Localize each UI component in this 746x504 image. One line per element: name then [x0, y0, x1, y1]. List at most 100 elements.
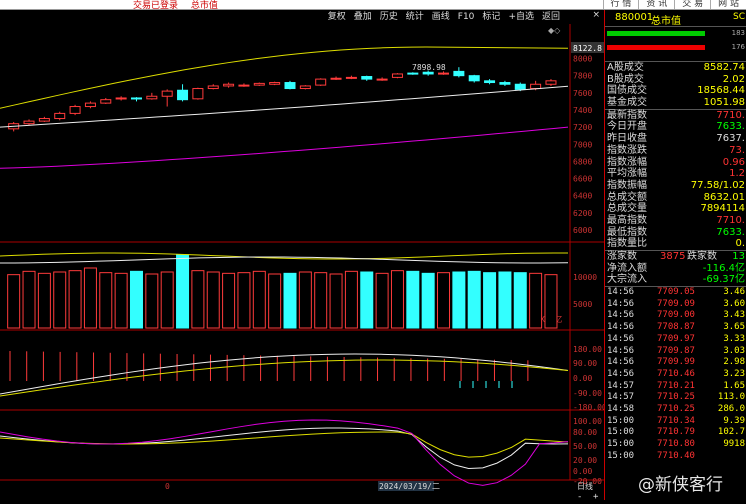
volume-axis-label: 10000: [573, 273, 597, 282]
back-button[interactable]: 返回: [538, 11, 564, 23]
stat-row-5: 平均涨幅1.2: [605, 168, 746, 180]
stat-row-9-value: 7710.: [716, 215, 745, 227]
tick-t: 14:56: [607, 346, 634, 358]
draw-line-button[interactable]: 画线: [428, 11, 454, 23]
candle-body: [423, 72, 433, 74]
decline-count: 13: [732, 251, 745, 263]
stat-row-10-label: 最低指数: [607, 227, 647, 239]
up-bar: [607, 45, 705, 50]
tick-p: 7709.87: [657, 346, 695, 358]
kline-chart-svg[interactable]: 8122.88000780076007400720070006800660064…: [0, 24, 604, 500]
candle-body: [147, 96, 157, 99]
tick-q: 3.65: [723, 322, 745, 334]
price-axis-label: 7800: [573, 72, 592, 81]
volume-bar: [376, 273, 388, 328]
stat-row-0: 最新指数7710.: [605, 110, 746, 122]
stat-row-8: 总成交量7894114: [605, 203, 746, 215]
turnover-row-3-value: 1051.98: [704, 97, 745, 109]
stat-row-1: 今日开盘7633.: [605, 121, 746, 133]
tick-row: 15:007710.40: [605, 451, 746, 463]
price-axis-label: 6800: [573, 157, 592, 166]
price-axis-label: 6000: [573, 226, 592, 235]
up-bar-count: 176: [732, 43, 745, 51]
stat-row-4-label: 指数涨幅: [607, 157, 647, 169]
stat-row-4: 指数涨幅0.96: [605, 157, 746, 169]
volume-bar: [177, 255, 189, 328]
candle-body: [116, 98, 126, 99]
tick-row: 14:567709.053.46: [605, 287, 746, 299]
volume-bar: [269, 274, 281, 328]
turnover-row-2: 国债成交18568.44: [605, 85, 746, 97]
candle-body: [162, 91, 172, 96]
tick-row: 14:577710.211.65: [605, 381, 746, 393]
volume-bar: [545, 275, 557, 328]
candle-body: [224, 84, 234, 86]
kdj-k-line: [0, 428, 568, 468]
candle-body: [408, 73, 418, 74]
candle-body: [377, 79, 387, 80]
tick-row: 14:567709.093.60: [605, 299, 746, 311]
nav-news[interactable]: 资 讯: [638, 0, 674, 9]
candle-body: [285, 83, 295, 89]
volume-bar: [345, 271, 357, 328]
history-button[interactable]: 历史: [376, 11, 402, 23]
nav-trade[interactable]: 交 易: [674, 0, 710, 9]
volume-bar: [161, 272, 173, 328]
tick-row: 14:567709.003.43: [605, 310, 746, 322]
kline-chart-area[interactable]: 8122.88000780076007400720070006800660064…: [0, 24, 604, 500]
stat-row-7-label: 总成交额: [607, 192, 647, 204]
tick-p: 7710.25: [657, 404, 695, 416]
mark-button[interactable]: 标记: [478, 11, 504, 23]
left-zero-label: 0: [165, 482, 170, 491]
close-icon[interactable]: ×: [592, 10, 600, 20]
volume-bar: [84, 268, 96, 328]
price-axis-label: 8000: [573, 55, 592, 64]
tick-q: 1.65: [723, 381, 745, 393]
index-name: 总市值: [651, 12, 681, 27]
candle-body: [392, 74, 402, 77]
tick-p: 7709.99: [657, 357, 695, 369]
volume-bar: [530, 273, 542, 328]
restore-rights-button[interactable]: 复权: [324, 11, 350, 23]
tick-list[interactable]: 14:567709.053.4614:567709.093.6014:56770…: [605, 286, 746, 462]
volume-ma-yellow: [0, 253, 568, 259]
stat-row-1-value: 7633.: [716, 121, 745, 133]
index-info-panel: 880001 总市值 SC 183 176 A股成交8582.74B股成交2.0…: [604, 10, 746, 500]
candle-body: [454, 71, 464, 75]
tick-p: 7710.40: [657, 451, 695, 463]
volume-bar: [407, 271, 419, 328]
nav-quotes[interactable]: 行 情: [603, 0, 639, 9]
tick-row: 15:007710.349.39: [605, 416, 746, 428]
zoom-out-button: -: [577, 492, 582, 500]
stat-row-7-value: 8632.01: [704, 192, 745, 204]
tick-p: 7709.97: [657, 334, 695, 346]
nav-website[interactable]: 网 站: [710, 0, 746, 9]
statistics-button[interactable]: 统计: [402, 11, 428, 23]
tick-row: 14:567710.463.23: [605, 369, 746, 381]
tick-row: 14:567708.873.65: [605, 322, 746, 334]
macd-axis-label: 90.00: [573, 359, 597, 368]
advance-label: 涨家数: [607, 251, 637, 263]
turnover-row-1-label: B股成交: [607, 74, 644, 86]
stat-row-0-value: 7710.: [716, 110, 745, 122]
tick-t: 14:58: [607, 404, 634, 416]
overlay-button[interactable]: 叠加: [350, 11, 376, 23]
f10-button[interactable]: F10: [454, 11, 479, 23]
price-axis-label: 7000: [573, 140, 592, 149]
candle-body: [85, 103, 95, 106]
volume-bar: [253, 271, 265, 328]
turnover-row-2-label: 国债成交: [607, 85, 647, 97]
add-watchlist-button[interactable]: +自选: [504, 11, 538, 23]
price-axis-label: 7200: [573, 123, 592, 132]
flow-row-0: 净流入额-116.4亿: [605, 263, 746, 275]
macd-axis-label: 180.00: [573, 345, 602, 354]
tick-row: 14:567709.873.03: [605, 346, 746, 358]
tick-p: 7709.05: [657, 287, 695, 299]
tick-q: 9918: [723, 439, 745, 451]
stat-row-2-value: 7637.: [716, 133, 745, 145]
volume-bar: [100, 273, 112, 328]
volume-bar: [115, 273, 127, 328]
volume-axis-label: 5000: [573, 300, 592, 309]
stat-row-10-value: 7633.: [716, 227, 745, 239]
volume-bar: [130, 271, 142, 328]
